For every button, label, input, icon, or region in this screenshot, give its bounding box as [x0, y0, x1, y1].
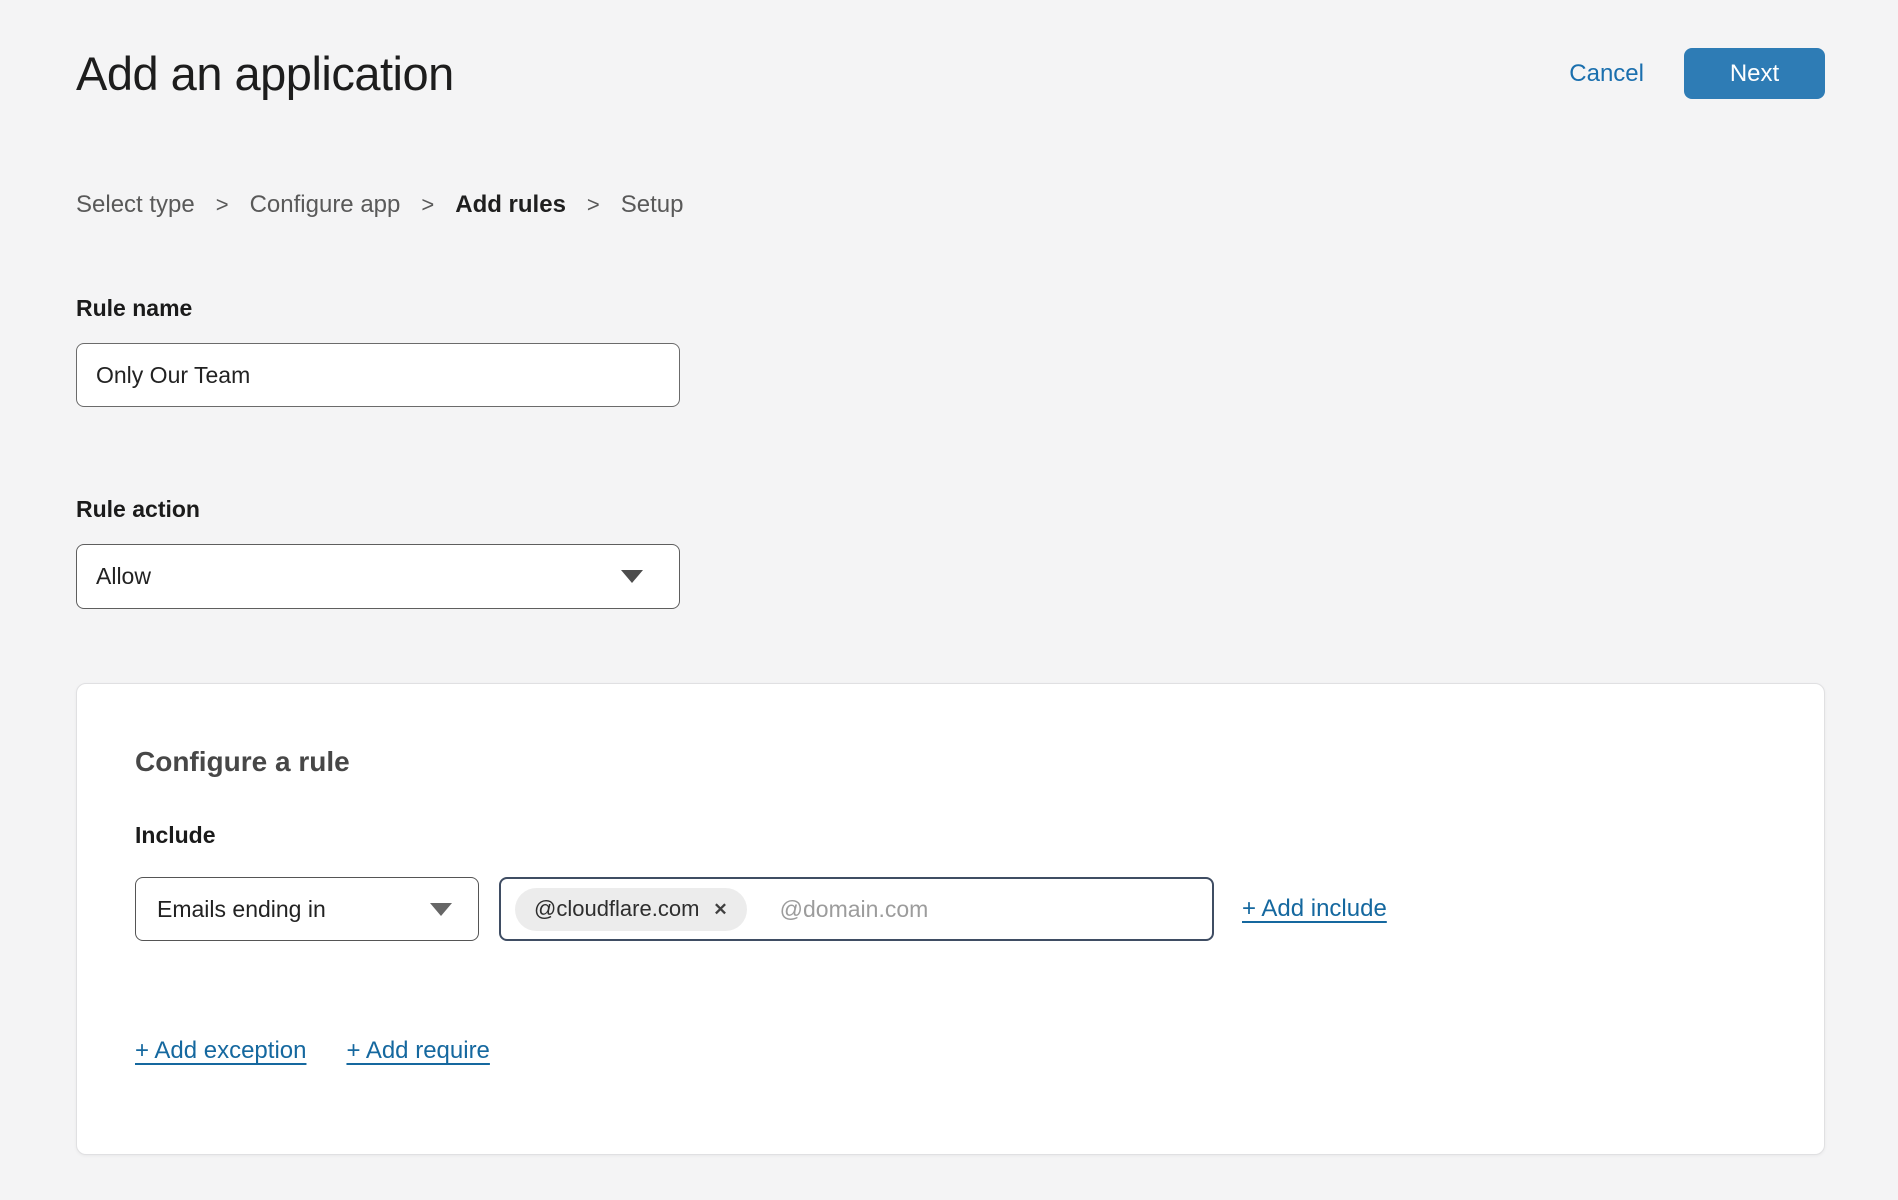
next-button[interactable]: Next [1684, 48, 1825, 99]
include-label: Include [135, 822, 1766, 849]
step-add-rules[interactable]: Add rules [455, 191, 566, 219]
step-configure-app[interactable]: Configure app [250, 191, 401, 219]
add-require-link[interactable]: + Add require [346, 1037, 489, 1065]
add-application-page: Add an application Cancel Next Select ty… [0, 0, 1898, 1200]
step-separator-icon: > [587, 192, 600, 218]
rule-name-input[interactable] [76, 343, 680, 407]
page-header: Add an application Cancel Next [76, 0, 1825, 101]
rule-action-selected-value: Allow [96, 563, 151, 590]
rule-name-label: Rule name [76, 295, 1825, 322]
add-include-link[interactable]: + Add include [1242, 895, 1387, 923]
step-setup[interactable]: Setup [621, 191, 684, 219]
chip-remove-icon[interactable]: ✕ [713, 901, 727, 918]
page-title: Add an application [76, 46, 454, 101]
chip-label: @cloudflare.com [534, 896, 699, 922]
configure-rule-card: Configure a rule Include Emails ending i… [76, 683, 1825, 1155]
chevron-down-icon [430, 903, 452, 916]
email-domain-chip: @cloudflare.com ✕ [515, 888, 747, 931]
rule-extra-actions: + Add exception + Add require [135, 1037, 1766, 1065]
step-select-type[interactable]: Select type [76, 191, 195, 219]
include-rule-row: Emails ending in @cloudflare.com ✕ + Add… [135, 877, 1766, 941]
include-criteria-selected-value: Emails ending in [157, 896, 326, 923]
cancel-button[interactable]: Cancel [1569, 60, 1644, 88]
include-criteria-select[interactable]: Emails ending in [135, 877, 479, 941]
add-exception-link[interactable]: + Add exception [135, 1037, 306, 1065]
rule-action-select[interactable]: Allow [76, 544, 680, 609]
email-domain-text-entry[interactable] [780, 896, 1080, 923]
step-separator-icon: > [216, 192, 229, 218]
chevron-down-icon [621, 570, 643, 583]
rule-action-label: Rule action [76, 496, 1825, 523]
header-actions: Cancel Next [1569, 48, 1825, 99]
wizard-steps: Select type > Configure app > Add rules … [76, 191, 1825, 219]
step-separator-icon: > [421, 192, 434, 218]
card-title: Configure a rule [135, 746, 1766, 778]
email-domain-chip-input[interactable]: @cloudflare.com ✕ [499, 877, 1214, 941]
